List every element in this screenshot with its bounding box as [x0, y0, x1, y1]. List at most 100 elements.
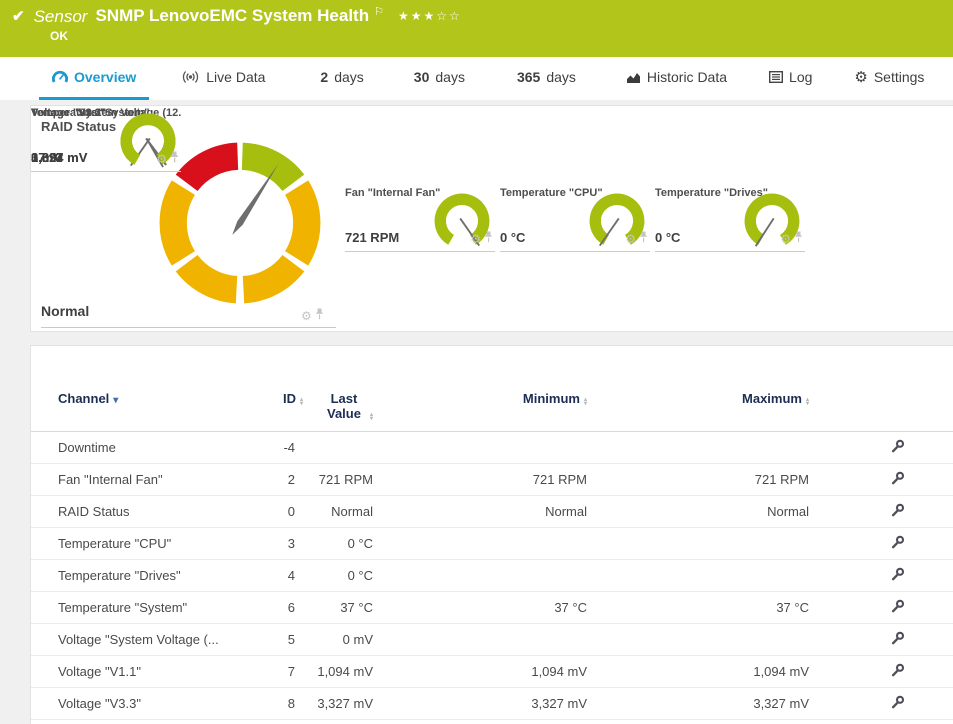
column-header-channel[interactable]: Channel▾ [31, 391, 243, 432]
gear-icon: ⚙ [854, 70, 867, 85]
pin-icon[interactable] [794, 230, 803, 248]
edit-channel-wrench-icon[interactable] [890, 695, 905, 713]
channel-name-cell[interactable]: Temperature "Drives" [31, 560, 243, 592]
sort-icon: ▴▾ [370, 413, 373, 421]
channel-settings-gear-icon[interactable]: ⚙ [156, 153, 167, 165]
channel-row[interactable]: Temperature "System" 6 37 °C 37 °C 37 °C [31, 592, 953, 624]
channel-row[interactable]: Voltage "V3.3" 8 3,327 mV 3,327 mV 3,327… [31, 688, 953, 720]
tab-30-days[interactable]: 30 days [401, 57, 478, 100]
channel-id-cell: 2 [243, 464, 303, 496]
tab-label-number: 2 [320, 69, 328, 85]
pin-icon[interactable] [170, 150, 179, 168]
gauge-value: 0 °C [500, 230, 525, 245]
channel-id-cell: 7 [243, 656, 303, 688]
priority-star-rating[interactable]: ★★★☆☆ [398, 9, 462, 23]
tab-historic-data[interactable]: Historic Data [613, 57, 740, 100]
pin-icon[interactable] [315, 307, 324, 325]
gauge-segment-warning [173, 188, 183, 259]
raid-gauge-value: Normal [41, 303, 89, 319]
edit-channel-wrench-icon[interactable] [890, 599, 905, 617]
column-header-maximum[interactable]: Maximum▴▾ [587, 391, 809, 432]
tab-365-days[interactable]: 365 days [504, 57, 589, 100]
table-header-row: Channel▾ ID▴▾ Last Value▴▾ Minimum▴▾ Max… [31, 391, 953, 432]
channel-settings-gear-icon[interactable]: ⚙ [780, 233, 791, 245]
minimum-cell: 721 RPM [373, 464, 587, 496]
channel-row[interactable]: Voltage "System Voltage (... 5 0 mV [31, 624, 953, 656]
tab-live-data[interactable]: Live Data [168, 57, 278, 100]
tab-bar: Overview Live Data 2 days 30 days 365 da… [0, 57, 953, 100]
edit-channel-wrench-icon[interactable] [890, 471, 905, 489]
channel-row[interactable]: Downtime -4 [31, 432, 953, 464]
tab-label-number: 30 [414, 69, 430, 85]
check-icon: ✔ [12, 7, 25, 25]
tab-overview[interactable]: Overview [39, 57, 149, 100]
edit-channel-wrench-icon[interactable] [890, 663, 905, 681]
edit-channel-wrench-icon[interactable] [890, 439, 905, 457]
maximum-cell: 3,327 mV [587, 688, 809, 720]
edit-channel-wrench-icon[interactable] [890, 535, 905, 553]
page-title: SNMP LenovoEMC System Health [95, 6, 369, 26]
channel-gauge-card[interactable]: Temperature "Drives" 0 °C ⚙ [655, 186, 805, 252]
minimum-cell [373, 624, 587, 656]
tab-label: Historic Data [647, 69, 727, 85]
edit-channel-wrench-icon[interactable] [890, 503, 905, 521]
gauge-value: 721 RPM [345, 230, 399, 245]
pin-icon[interactable] [484, 230, 493, 248]
last-value-cell: 0 °C [303, 560, 373, 592]
channel-gauge-card[interactable]: Fan "Internal Fan" 721 RPM ⚙ [345, 186, 495, 252]
channel-gauge-card[interactable]: Voltage "V3.3" 3,327 mV ⚙ [31, 106, 181, 172]
channel-name-cell[interactable]: RAID Status [31, 496, 243, 528]
tab-label: Log [789, 69, 812, 85]
tab-2-days[interactable]: 2 days [307, 57, 376, 100]
gauge-segment-error [187, 156, 238, 183]
channel-row[interactable]: Voltage "V1.1" 7 1,094 mV 1,094 mV 1,094… [31, 656, 953, 688]
column-header-last-value[interactable]: Last Value▴▾ [303, 391, 373, 432]
last-value-cell: 721 RPM [303, 464, 373, 496]
channel-row[interactable]: Temperature "CPU" 3 0 °C [31, 528, 953, 560]
edit-channel-wrench-icon[interactable] [890, 567, 905, 585]
gauge-segment-warning [187, 263, 237, 289]
column-header-actions [809, 391, 917, 432]
channel-name-cell[interactable]: Voltage "System Voltage (... [31, 624, 243, 656]
channel-name-cell[interactable]: Temperature "System" [31, 592, 243, 624]
maximum-cell: 37 °C [587, 592, 809, 624]
channel-name-cell[interactable]: Voltage "V1.1" [31, 656, 243, 688]
tab-settings[interactable]: ⚙ Settings [841, 57, 937, 100]
channel-id-cell: 4 [243, 560, 303, 592]
minimum-cell: 37 °C [373, 592, 587, 624]
channel-name-cell[interactable]: Voltage "V3.3" [31, 688, 243, 720]
tab-label-number: 365 [517, 69, 540, 85]
gauge-segment-warning [297, 188, 307, 259]
channel-settings-gear-icon[interactable]: ⚙ [301, 310, 312, 322]
area-chart-icon [626, 71, 641, 84]
channel-name-cell[interactable]: Temperature "CPU" [31, 528, 243, 560]
edit-channel-wrench-icon[interactable] [890, 631, 905, 649]
channel-settings-gear-icon[interactable]: ⚙ [625, 233, 636, 245]
tab-log[interactable]: Log [756, 57, 825, 100]
gauge-value: 3,327 mV [31, 150, 87, 165]
channel-name-cell[interactable]: Downtime [31, 432, 243, 464]
maximum-cell: 1,094 mV [587, 656, 809, 688]
channel-row[interactable]: Temperature "Drives" 4 0 °C [31, 560, 953, 592]
tab-label: Overview [74, 69, 136, 85]
channel-id-cell: 5 [243, 624, 303, 656]
column-header-minimum[interactable]: Minimum▴▾ [373, 391, 587, 432]
pin-icon[interactable] [639, 230, 648, 248]
channel-name-cell[interactable]: Fan "Internal Fan" [31, 464, 243, 496]
last-value-cell: 3,327 mV [303, 688, 373, 720]
minimum-cell [373, 432, 587, 464]
channel-gauge-card[interactable]: Temperature "CPU" 0 °C ⚙ [500, 186, 650, 252]
maximum-cell [587, 528, 809, 560]
column-header-id[interactable]: ID▴▾ [243, 391, 303, 432]
flag-icon[interactable]: ⚐ [374, 5, 384, 18]
tab-label: days [546, 69, 576, 85]
tab-label: Live Data [206, 69, 265, 85]
column-header-label: Channel [58, 391, 109, 406]
channel-row[interactable]: RAID Status 0 Normal Normal Normal [31, 496, 953, 528]
tab-label: days [435, 69, 465, 85]
minimum-cell: 1,094 mV [373, 656, 587, 688]
channel-settings-gear-icon[interactable]: ⚙ [470, 233, 481, 245]
channel-row[interactable]: Fan "Internal Fan" 2 721 RPM 721 RPM 721… [31, 464, 953, 496]
maximum-cell [587, 560, 809, 592]
gauge-segment-warning [243, 263, 293, 289]
